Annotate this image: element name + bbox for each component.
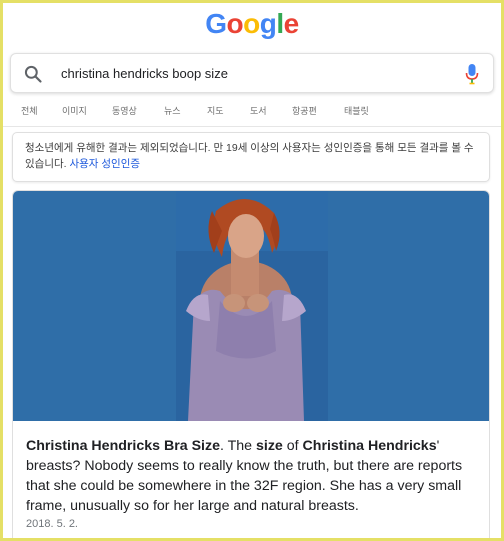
logo-letter: e [283, 8, 300, 39]
tab-videos[interactable]: 동영상 [112, 104, 137, 117]
tab-all[interactable]: 전체 [21, 104, 38, 117]
tab-maps[interactable]: 지도 [207, 104, 224, 117]
logo-letter: g [259, 8, 277, 39]
tab-tablet[interactable]: 태블릿 [344, 104, 369, 117]
snippet-highlight: size [256, 438, 283, 454]
mic-icon[interactable] [465, 63, 479, 85]
tab-news[interactable]: 뉴스 [164, 104, 181, 117]
snippet-text: . The [219, 438, 256, 454]
search-tabs: 전체 이미지 동영상 뉴스 지도 도서 항공편 태블릿 [0, 101, 504, 127]
snippet-text: of [282, 438, 303, 454]
tab-images[interactable]: 이미지 [62, 104, 87, 117]
google-logo[interactable]: Google [0, 8, 504, 40]
result-title[interactable]: Christina Hendricks Bra Size [26, 438, 220, 454]
logo-letter: o [243, 8, 260, 39]
tab-flights[interactable]: 항공편 [292, 104, 317, 117]
snippet-highlight: Christina Hendricks [302, 438, 437, 454]
person-photo [176, 191, 328, 421]
safe-search-notice: 청소년에게 유해한 결과는 제외되었습니다. 만 19세 이상의 사용자는 성인… [12, 132, 490, 182]
logo-letter: o [226, 8, 244, 39]
result-date: 2018. 5. 2. [26, 518, 78, 530]
adult-verification-link[interactable]: 사용자 성인인증 [69, 158, 140, 170]
result-card[interactable]: Christina Hendricks Bra Size. The size o… [12, 190, 490, 541]
result-snippet: Christina Hendricks Bra Size. The size o… [26, 436, 481, 516]
tab-books[interactable]: 도서 [250, 104, 267, 117]
result-image[interactable] [13, 191, 489, 421]
logo-letter: l [276, 8, 284, 39]
search-icon[interactable] [23, 64, 43, 84]
search-bar[interactable]: christina hendricks boop size [10, 53, 494, 93]
search-input[interactable]: christina hendricks boop size [61, 66, 228, 81]
logo-letter: G [205, 8, 227, 39]
